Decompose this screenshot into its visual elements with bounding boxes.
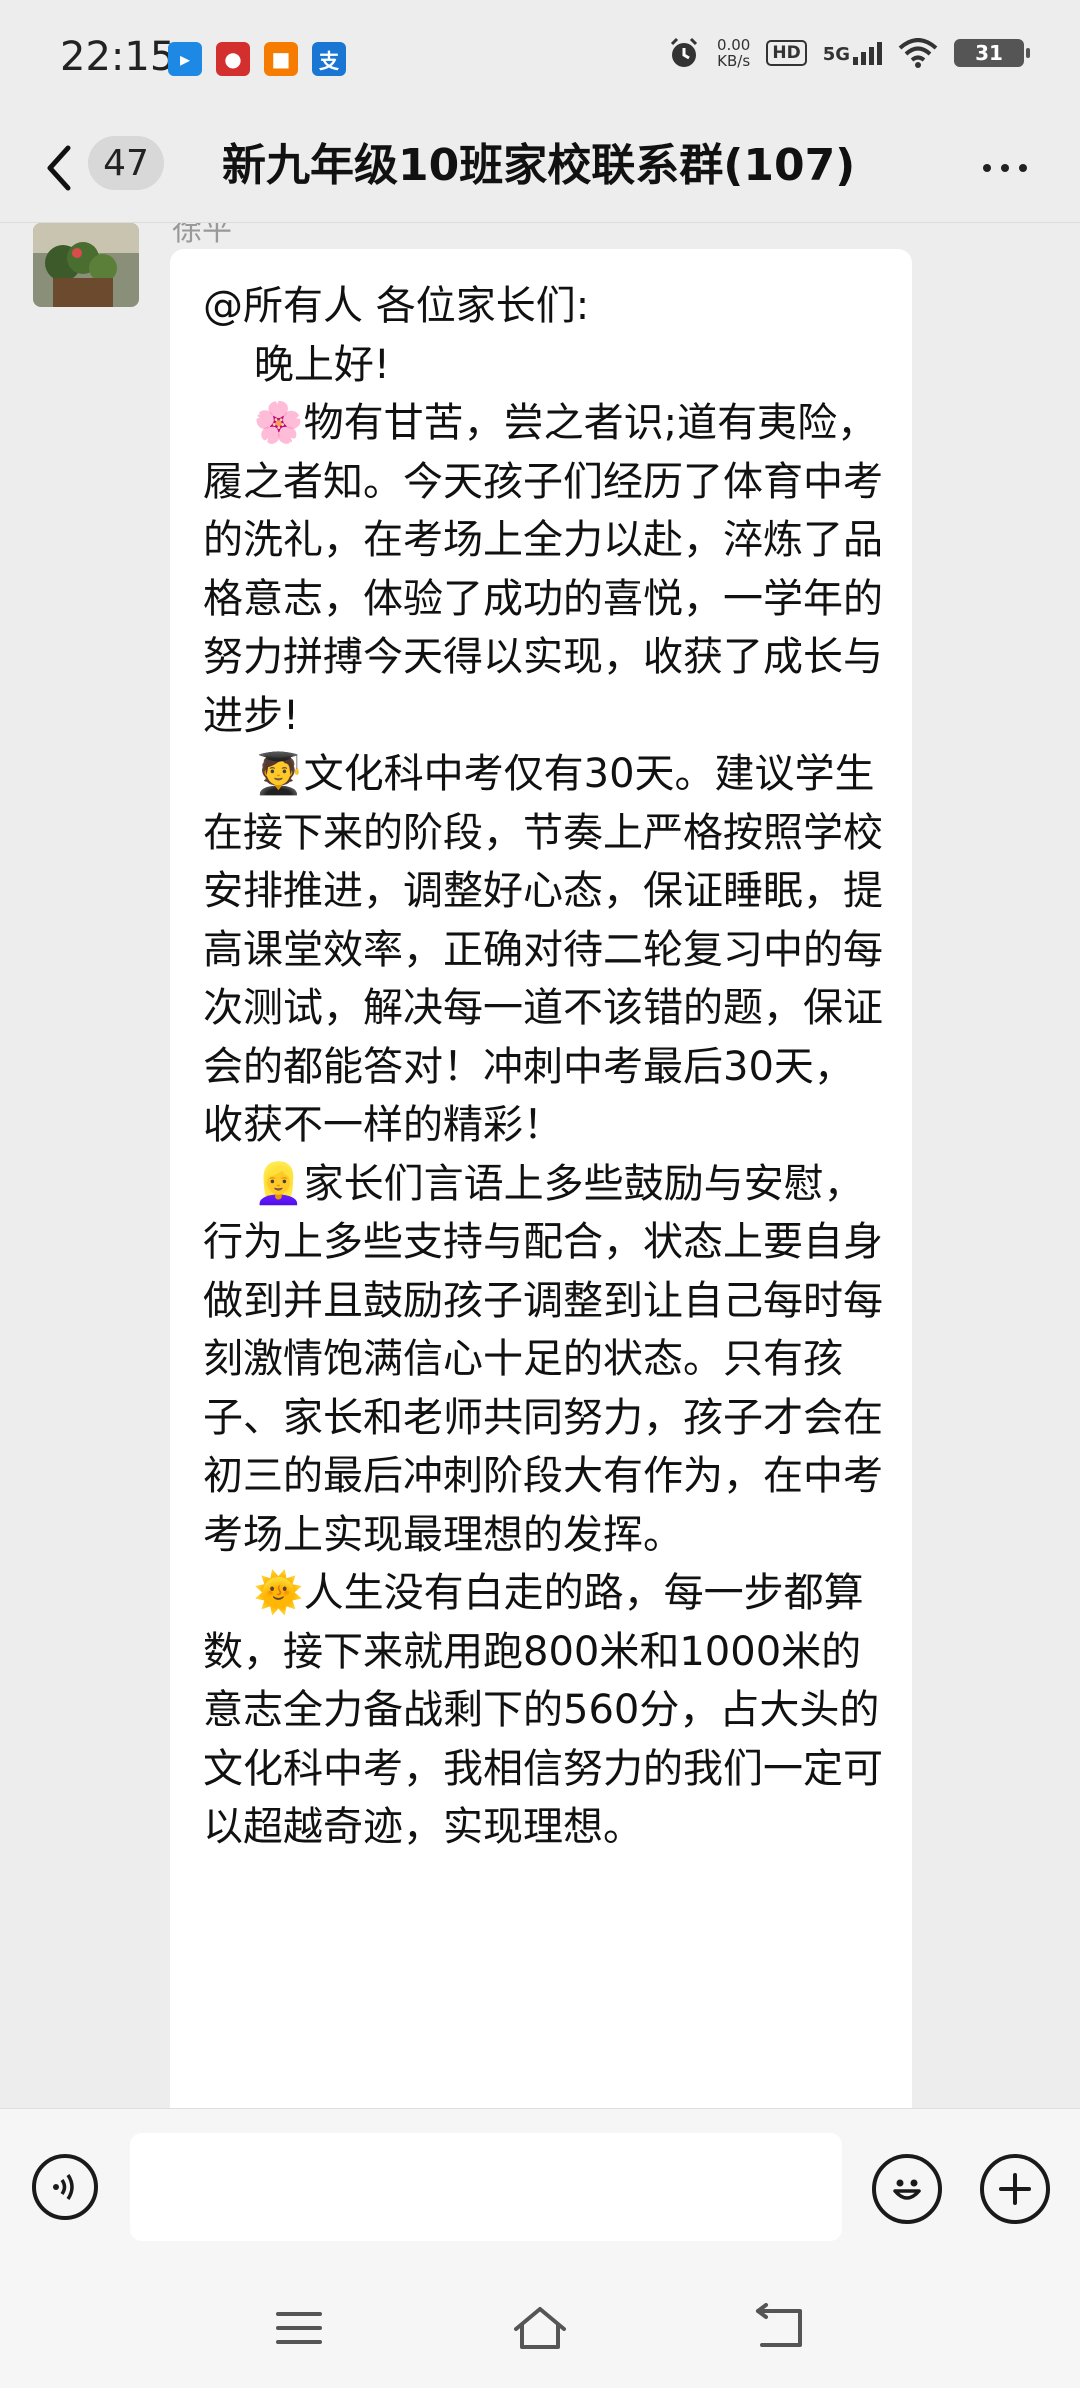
- message-input[interactable]: [130, 2133, 842, 2241]
- net-speed: 0.00 KB/s: [717, 37, 750, 69]
- alipay-icon: 支: [312, 42, 346, 76]
- return-icon: [756, 2303, 802, 2347]
- hd-badge: HD: [766, 40, 807, 66]
- unread-count-badge[interactable]: 47: [88, 136, 164, 190]
- more-options-button[interactable]: [970, 138, 1040, 198]
- app-notification-icon: ■: [264, 42, 298, 76]
- chevron-left-icon: [47, 145, 71, 191]
- plus-button[interactable]: [980, 2154, 1050, 2224]
- alarm-icon: [670, 37, 697, 67]
- plus-icon: [999, 2173, 1031, 2205]
- status-indicators: 0.00 KB/s HD 5G 31: [667, 36, 1030, 70]
- home-nav-button[interactable]: [505, 2298, 575, 2358]
- battery-indicator: 31: [954, 39, 1030, 67]
- message-text: @所有人 各位家长们: 晚上好! 🌸物有甘苦，尝之者识;道有夷险，履之者知。今天…: [203, 283, 883, 1850]
- input-bar: [0, 2108, 1080, 2269]
- avatar-image: [33, 223, 139, 307]
- status-time: 22:15: [60, 34, 176, 80]
- status-bar: 22:15 ▸ ● ■ 支 0.00 KB/s HD 5G 31: [0, 0, 1080, 118]
- app-notification-icon: ●: [216, 42, 250, 76]
- system-nav-bar: [0, 2268, 1080, 2388]
- more-icon-dot: [1019, 164, 1027, 172]
- chat-header: 47 新九年级10班家校联系群(107): [0, 118, 1080, 223]
- net-speed-unit: KB/s: [717, 52, 751, 70]
- message-list[interactable]: 徐平 @所有人 各位家长们: 晚上好! 🌸物有甘苦，尝之者识;道有夷险，履之者知…: [0, 223, 1080, 2108]
- sender-avatar[interactable]: [33, 223, 139, 307]
- menu-nav-button[interactable]: [264, 2298, 334, 2358]
- more-icon: [983, 164, 991, 172]
- voice-button[interactable]: [32, 2154, 98, 2220]
- sender-name: 徐平: [172, 223, 232, 248]
- home-icon: [514, 2307, 566, 2349]
- signal-icon: 5G: [822, 41, 882, 65]
- voice-icon: [53, 2174, 74, 2200]
- more-icon-dot: [1001, 164, 1009, 172]
- back-nav-button[interactable]: [745, 2298, 815, 2358]
- app-notification-icon: ▸: [168, 42, 202, 76]
- network-type: 5G: [822, 43, 850, 65]
- net-speed-value: 0.00: [716, 36, 751, 54]
- wifi-icon: [898, 38, 938, 68]
- notification-icons: ▸ ● ■ 支: [168, 42, 346, 76]
- emoji-button[interactable]: [872, 2154, 942, 2224]
- emoji-icon: [893, 2179, 921, 2200]
- chat-title: 新九年级10班家校联系群(107): [222, 140, 856, 191]
- menu-icon: [276, 2312, 322, 2344]
